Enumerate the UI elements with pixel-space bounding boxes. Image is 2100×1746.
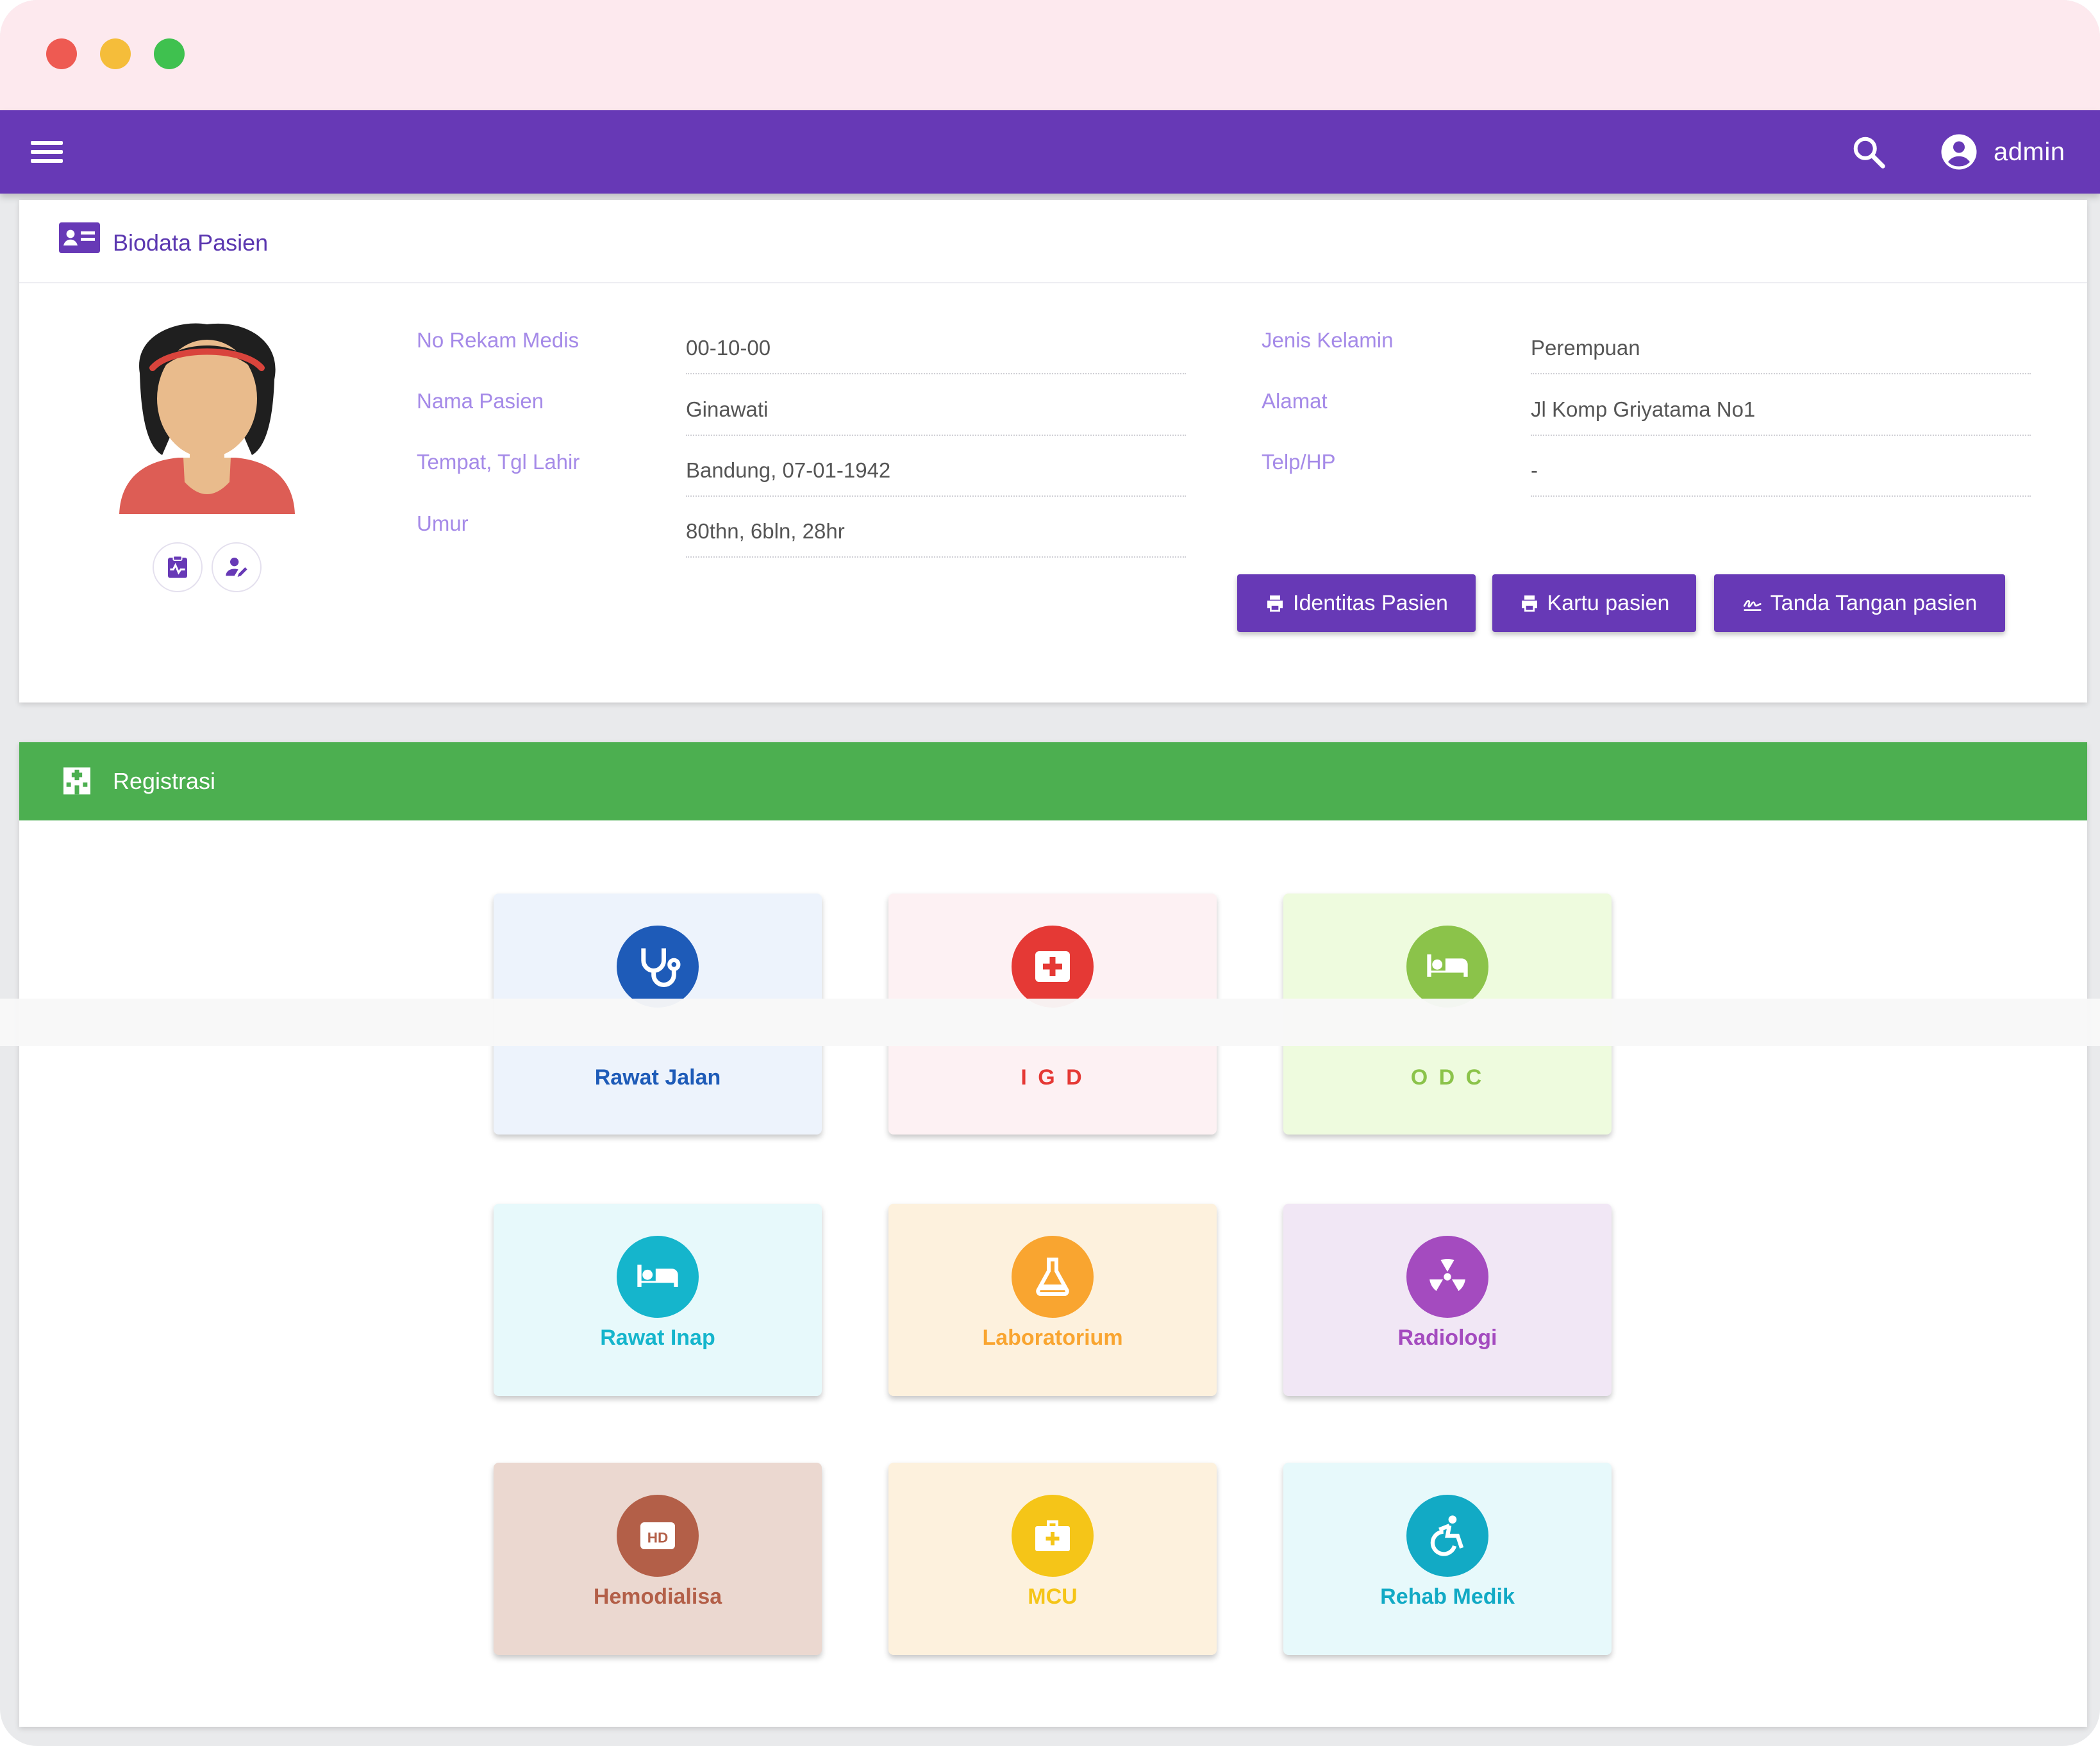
print-identitas-button[interactable]: Identitas Pasien bbox=[1237, 574, 1476, 632]
field-value-telp: - bbox=[1531, 439, 2031, 497]
field-label-jenis-kelamin: Jenis Kelamin bbox=[1262, 328, 1394, 352]
tile-label: Hemodialisa bbox=[593, 1584, 722, 1609]
field-label-umur: Umur bbox=[417, 511, 469, 535]
tile-hemodialisa[interactable]: HD Hemodialisa bbox=[494, 1463, 822, 1655]
tile-label: Radiologi bbox=[1397, 1326, 1497, 1350]
top-app-bar: admin bbox=[0, 110, 2100, 194]
close-window-button[interactable] bbox=[46, 38, 77, 69]
tile-label: Laboratorium bbox=[982, 1326, 1123, 1350]
username-label: admin bbox=[1994, 137, 2065, 166]
user-edit-icon bbox=[226, 558, 247, 577]
stethoscope-icon bbox=[617, 926, 699, 1008]
radiation-icon bbox=[1406, 1236, 1488, 1318]
tile-label: I G D bbox=[1021, 1065, 1085, 1090]
medical-record-button[interactable] bbox=[153, 542, 203, 592]
print-kartu-label: Kartu pasien bbox=[1547, 590, 1670, 615]
tile-label: MCU bbox=[1028, 1584, 1078, 1609]
flask-icon bbox=[1012, 1236, 1094, 1318]
accessible-icon bbox=[1406, 1495, 1488, 1577]
field-value-umur: 80thn, 6bln, 28hr bbox=[686, 500, 1186, 558]
account-circle-icon bbox=[1941, 134, 1977, 170]
first-aid-icon bbox=[1012, 926, 1094, 1008]
print-kartu-button[interactable]: Kartu pasien bbox=[1492, 574, 1696, 632]
field-label-no-rekam-medis: No Rekam Medis bbox=[417, 328, 579, 352]
tile-rehab-medik[interactable]: Rehab Medik bbox=[1283, 1463, 1612, 1655]
hotel-bed-icon bbox=[1406, 926, 1488, 1008]
window-titlebar bbox=[0, 0, 2100, 110]
search-icon[interactable] bbox=[1850, 133, 1888, 172]
biodata-title: Biodata Pasien bbox=[113, 229, 269, 256]
id-card-icon bbox=[59, 222, 100, 257]
tile-mcu[interactable]: MCU bbox=[888, 1463, 1217, 1655]
hamburger-menu-icon[interactable] bbox=[31, 135, 65, 169]
app-window: admin Biodata Pasien No Rekam Medis 00-1… bbox=[0, 0, 2100, 1746]
overlay-strip bbox=[0, 999, 2100, 1046]
print-icon bbox=[1519, 593, 1540, 613]
hd-icon: HD bbox=[617, 1495, 699, 1577]
maximize-window-button[interactable] bbox=[154, 38, 185, 69]
edit-patient-button[interactable] bbox=[212, 542, 262, 592]
tile-rawat-inap[interactable]: Rawat Inap bbox=[494, 1204, 822, 1396]
clipboard-pulse-icon bbox=[168, 555, 187, 578]
user-menu[interactable]: admin bbox=[1940, 131, 2065, 173]
minimize-window-button[interactable] bbox=[100, 38, 131, 69]
svg-text:HD: HD bbox=[647, 1530, 669, 1546]
registrasi-title: Registrasi bbox=[113, 768, 216, 794]
patient-avatar bbox=[114, 322, 300, 524]
tile-label: Rawat Inap bbox=[600, 1326, 715, 1350]
field-label-alamat: Alamat bbox=[1262, 389, 1328, 413]
print-identitas-label: Identitas Pasien bbox=[1293, 590, 1448, 615]
tile-label: O D C bbox=[1410, 1065, 1485, 1090]
field-value-tempat-tgl-lahir: Bandung, 07-01-1942 bbox=[686, 439, 1186, 497]
tile-laboratorium[interactable]: Laboratorium bbox=[888, 1204, 1217, 1396]
tile-label: Rawat Jalan bbox=[594, 1065, 721, 1090]
hotel-bed-icon bbox=[617, 1236, 699, 1318]
field-value-no-rekam-medis: 00-10-00 bbox=[686, 317, 1186, 374]
hospital-building-icon bbox=[59, 761, 95, 801]
signature-button[interactable]: Tanda Tangan pasien bbox=[1714, 574, 2005, 632]
field-label-tempat-tgl-lahir: Tempat, Tgl Lahir bbox=[417, 450, 580, 474]
field-value-jenis-kelamin: Perempuan bbox=[1531, 317, 2031, 374]
biodata-header: Biodata Pasien bbox=[19, 200, 2087, 283]
registrasi-header: Registrasi bbox=[19, 742, 2087, 820]
print-icon bbox=[1265, 593, 1285, 613]
field-value-nama-pasien: Ginawati bbox=[686, 378, 1186, 436]
field-label-telp: Telp/HP bbox=[1262, 450, 1336, 474]
tile-radiologi[interactable]: Radiologi bbox=[1283, 1204, 1612, 1396]
field-value-alamat: Jl Komp Griyatama No1 bbox=[1531, 378, 2031, 436]
signature-label: Tanda Tangan pasien bbox=[1770, 590, 1978, 615]
medical-bag-icon bbox=[1012, 1495, 1094, 1577]
field-label-nama-pasien: Nama Pasien bbox=[417, 389, 544, 413]
tile-label: Rehab Medik bbox=[1380, 1584, 1515, 1609]
signature-icon bbox=[1742, 593, 1763, 613]
patient-biodata-card: Biodata Pasien No Rekam Medis 00-10-00 N… bbox=[19, 200, 2087, 703]
